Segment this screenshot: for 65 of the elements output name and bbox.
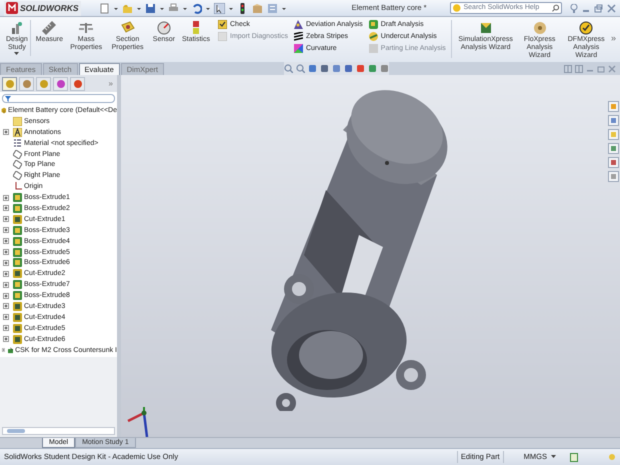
origin-icon [13, 182, 22, 192]
panel-tab[interactable] [70, 76, 85, 90]
tile-vertical-icon[interactable] [575, 64, 583, 72]
expand-icon[interactable] [3, 292, 9, 299]
rebuild-icon[interactable] [570, 452, 578, 462]
ruler-icon [41, 20, 58, 36]
draft-analysis-icon [368, 20, 378, 29]
cut-feature-icon [13, 269, 22, 278]
options-box-icon[interactable] [252, 2, 263, 14]
new-document-icon[interactable] [98, 2, 110, 14]
color-gradient-icon [294, 44, 303, 53]
logo-mark-icon [6, 2, 18, 14]
search-icon[interactable] [552, 4, 559, 12]
undo-icon[interactable] [190, 2, 202, 14]
expand-icon[interactable] [3, 325, 9, 332]
hole-feature-icon [8, 346, 14, 355]
zoom-to-fit-icon[interactable] [284, 64, 293, 73]
more-button[interactable]: » [108, 78, 115, 90]
close-icon[interactable] [608, 64, 616, 72]
part-icon [0, 106, 6, 115]
caret-icon [551, 455, 556, 459]
select-cursor-icon[interactable] [214, 2, 225, 14]
expand-icon[interactable] [3, 227, 9, 234]
material-icon [13, 138, 22, 148]
restore-icon[interactable] [594, 4, 603, 12]
expand-icon[interactable] [3, 194, 9, 201]
check-badge-icon [578, 20, 594, 36]
restore-icon[interactable] [597, 64, 605, 72]
zoom-area-icon[interactable] [296, 64, 305, 73]
list-panel-icon[interactable] [266, 2, 278, 14]
zebra-stripes-icon [294, 32, 303, 41]
panel-tab[interactable] [19, 76, 34, 90]
expand-icon[interactable] [3, 129, 9, 136]
expand-icon[interactable] [3, 314, 9, 320]
expand-icon[interactable] [3, 336, 9, 342]
caret-icon [14, 52, 20, 56]
expand-icon[interactable] [3, 216, 9, 222]
help-icon[interactable] [570, 4, 578, 12]
printer-icon[interactable] [168, 2, 179, 14]
checkbox-tick-icon [218, 20, 227, 29]
sensor-dial-icon [156, 20, 172, 36]
expand-icon[interactable] [3, 270, 9, 277]
expand-icon[interactable] [3, 303, 9, 310]
deviation-icon [294, 20, 303, 29]
panel-tab[interactable] [36, 76, 51, 90]
panel-tab[interactable] [53, 76, 68, 90]
save-icon[interactable] [144, 2, 156, 14]
expand-icon[interactable] [3, 249, 9, 256]
filter-field[interactable] [2, 94, 115, 103]
expand-icon[interactable] [3, 282, 9, 288]
expand-icon[interactable] [2, 347, 6, 354]
balance-scale-icon [78, 20, 94, 36]
more-button[interactable]: » [611, 32, 616, 46]
filter-icon [5, 96, 11, 102]
logo-text: SOLIDWORKS [20, 2, 79, 14]
annotation-icon [13, 128, 22, 137]
cut-feature-icon [13, 214, 22, 224]
horizontal-scrollbar[interactable] [2, 427, 115, 435]
expand-icon[interactable] [3, 238, 9, 244]
close-icon[interactable] [607, 4, 616, 12]
panel-tab[interactable] [2, 76, 17, 90]
undercut-icon [368, 32, 378, 41]
expand-icon[interactable] [3, 205, 9, 212]
tile-horizontal-icon[interactable] [564, 64, 572, 72]
expand-icon[interactable] [3, 260, 9, 266]
